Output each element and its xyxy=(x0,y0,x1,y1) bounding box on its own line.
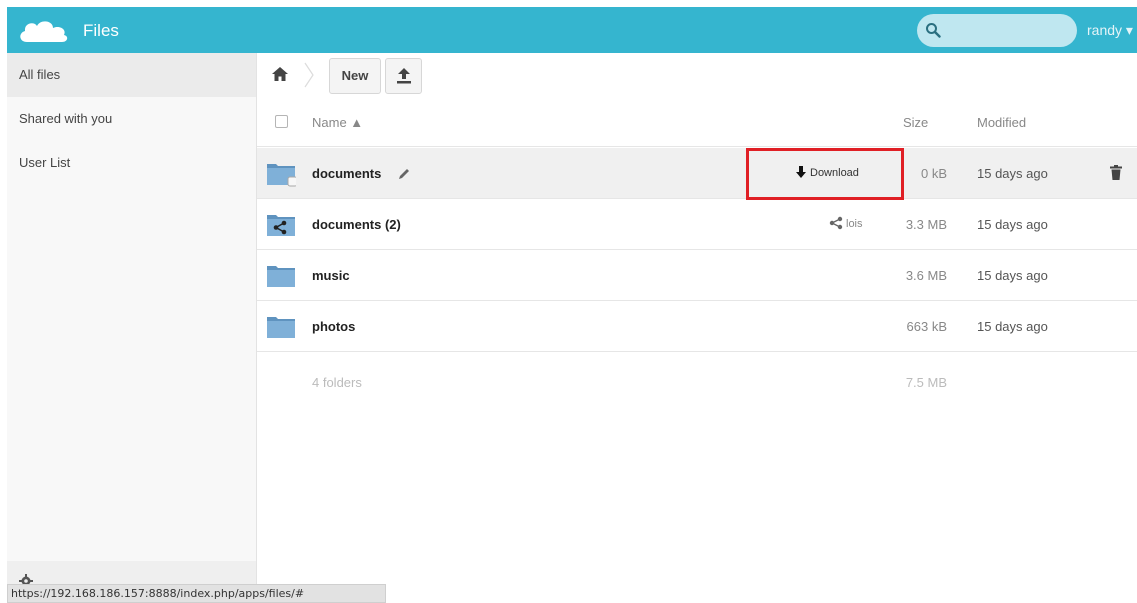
file-size: 3.6 MB xyxy=(905,268,947,283)
search-icon xyxy=(926,23,941,38)
column-modified-header[interactable]: Modified xyxy=(977,115,1026,130)
pencil-icon[interactable] xyxy=(397,167,411,181)
search-box[interactable] xyxy=(917,14,1077,47)
file-name[interactable]: music xyxy=(312,268,350,283)
sidebar-item-user-list[interactable]: User List xyxy=(7,141,256,185)
file-modified: 15 days ago xyxy=(977,319,1048,334)
select-all-checkbox[interactable] xyxy=(275,115,288,128)
upload-icon xyxy=(397,68,411,84)
share-icon xyxy=(829,216,843,230)
cloud-logo-icon[interactable] xyxy=(17,18,69,44)
trash-icon[interactable] xyxy=(1110,165,1122,180)
total-size: 7.5 MB xyxy=(905,375,947,390)
file-name[interactable]: documents xyxy=(312,166,381,181)
folder-count: 4 folders xyxy=(312,375,362,390)
top-header: Files randy ▾ xyxy=(7,7,1137,53)
file-list-header: Name ▲ Size Modified xyxy=(257,97,1137,147)
new-button[interactable]: New xyxy=(329,58,381,94)
file-row-documents[interactable]: documents Download 0 kB 15 days ago xyxy=(257,148,1137,199)
sidebar: All files Shared with you User List xyxy=(7,53,257,603)
file-size: 0 kB xyxy=(920,166,947,181)
file-row-photos[interactable]: photos 663 kB 15 days ago xyxy=(257,301,1137,352)
file-row-documents-2[interactable]: documents (2) lois 3.3 MB 15 days ago xyxy=(257,199,1137,250)
breadcrumb-separator-icon xyxy=(304,62,314,88)
sidebar-item-shared-with-you[interactable]: Shared with you xyxy=(7,97,256,141)
sidebar-item-all-files[interactable]: All files xyxy=(7,53,256,97)
file-size: 663 kB xyxy=(906,319,947,334)
file-modified: 15 days ago xyxy=(977,166,1048,181)
folder-icon xyxy=(267,317,295,338)
controls-bar: New xyxy=(257,53,1137,97)
folder-icon xyxy=(267,266,295,287)
file-size: 3.3 MB xyxy=(905,217,947,232)
share-action[interactable]: lois xyxy=(829,216,863,230)
share-user-label: lois xyxy=(846,218,863,230)
annotation-highlight-box xyxy=(746,148,904,200)
file-row-music[interactable]: music 3.6 MB 15 days ago xyxy=(257,250,1137,301)
file-modified: 15 days ago xyxy=(977,268,1048,283)
file-name[interactable]: photos xyxy=(312,319,355,334)
app-title: Files xyxy=(83,21,119,40)
upload-button[interactable] xyxy=(385,58,422,94)
shared-folder-icon xyxy=(267,215,295,236)
column-size-header[interactable]: Size xyxy=(903,115,928,130)
file-modified: 15 days ago xyxy=(977,217,1048,232)
home-icon[interactable] xyxy=(271,65,289,83)
user-menu[interactable]: randy ▾ xyxy=(1087,22,1133,39)
browser-status-url: https://192.168.186.157:8888/index.php/a… xyxy=(7,584,386,603)
column-name-header[interactable]: Name ▲ xyxy=(312,115,363,130)
folder-icon xyxy=(267,164,296,187)
file-list-summary: 4 folders 7.5 MB xyxy=(257,352,1137,412)
file-name[interactable]: documents (2) xyxy=(312,217,401,232)
